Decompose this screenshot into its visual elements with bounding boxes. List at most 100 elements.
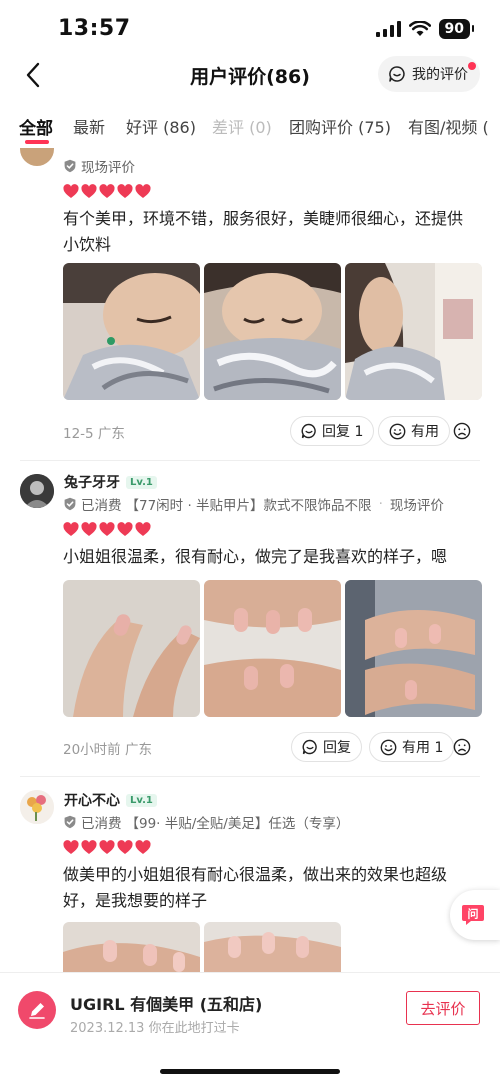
bottom-bar: UGIRL 有個美甲 (五和店) 2023.12.13 你在此地打过卡 去评价 xyxy=(0,972,500,1082)
not-useful-button[interactable] xyxy=(447,732,477,762)
username[interactable]: 兔子牙牙 Lv.1 xyxy=(64,472,157,492)
heart-icon xyxy=(117,840,133,854)
divider xyxy=(20,460,480,461)
home-indicator xyxy=(160,1069,340,1074)
review-photo[interactable] xyxy=(204,580,341,717)
review-feed[interactable]: 现场评价 有个美甲，环境不错，服务很好，美睫师很细心，还提供小饮料 12-5 广… xyxy=(0,148,500,972)
review-photo[interactable] xyxy=(345,263,482,400)
heart-icon xyxy=(135,522,151,536)
write-review-button[interactable]: 去评价 xyxy=(406,991,480,1025)
tab-group-buy[interactable]: 团购评价 (75) xyxy=(289,114,391,138)
comment-icon xyxy=(302,739,317,755)
divider xyxy=(20,776,480,777)
battery-indicator: 90 xyxy=(438,19,475,39)
heart-icon xyxy=(63,840,79,854)
review-meta: 已消费 【77闲时 · 半贴甲片】款式不限饰品不限 · 现场评价 xyxy=(63,494,444,514)
rating-hearts xyxy=(63,840,151,855)
reply-label: 回复 xyxy=(323,740,351,756)
comment-icon xyxy=(301,423,316,439)
smile-icon xyxy=(389,423,406,439)
photo-image xyxy=(63,263,200,400)
review-text: 小姐姐很温柔，很有耐心，做完了是我喜欢的样子，嗯 xyxy=(63,547,448,566)
review-photo[interactable] xyxy=(204,263,341,400)
review-photo[interactable] xyxy=(63,922,200,972)
avatar[interactable] xyxy=(20,790,54,824)
avatar[interactable] xyxy=(20,474,54,508)
pencil-icon xyxy=(29,1003,45,1019)
smile-icon xyxy=(380,739,397,755)
consumed-label: 已消费 xyxy=(81,498,122,514)
ask-label: 问 xyxy=(468,907,479,921)
review-tag: 现场评价 xyxy=(81,160,135,176)
ask-float-button[interactable]: 问 xyxy=(450,890,500,940)
verified-icon xyxy=(64,815,76,829)
useful-label: 有用 1 xyxy=(402,740,444,756)
rating-hearts xyxy=(63,184,151,199)
tab-latest[interactable]: 最新 xyxy=(73,114,105,138)
review-photo[interactable] xyxy=(345,580,482,717)
checkin-info: 2023.12.13 你在此地打过卡 xyxy=(70,1021,240,1036)
back-button[interactable] xyxy=(18,58,48,92)
heart-icon xyxy=(81,184,97,198)
photo-image xyxy=(345,263,482,400)
tab-with-media[interactable]: 有图/视频 ( xyxy=(408,114,489,138)
username-text: 开心不心 xyxy=(64,793,120,809)
active-tab-indicator xyxy=(25,140,49,144)
status-icons: 90 xyxy=(375,19,475,39)
heart-icon xyxy=(135,184,151,198)
consumed-label: 已消费 xyxy=(81,816,122,832)
status-bar: 13:57 90 xyxy=(0,0,500,56)
tab-positive[interactable]: 好评 (86) xyxy=(126,114,196,138)
not-useful-button[interactable] xyxy=(447,416,477,446)
review-date-location: 12-5 广东 xyxy=(63,426,125,442)
my-review-label: 我的评价 xyxy=(412,67,468,83)
photo-image xyxy=(63,580,200,717)
heart-icon xyxy=(81,522,97,536)
deal-name[interactable]: 【77闲时 · 半贴甲片】款式不限饰品不限 xyxy=(126,494,372,514)
notification-dot xyxy=(468,62,476,70)
tab-negative[interactable]: 差评 (0) xyxy=(212,114,272,138)
shop-name: UGIRL 有個美甲 (五和店) xyxy=(70,995,263,1014)
review-tag: 现场评价 xyxy=(389,498,444,514)
level-badge: Lv.1 xyxy=(126,794,157,807)
review-meta: 已消费 【99· 半贴/全贴/美足】任选（专享） xyxy=(63,812,349,832)
nav-bar: 用户评价(86) 我的评价 xyxy=(0,52,500,98)
review-photo[interactable] xyxy=(63,263,200,400)
heart-icon xyxy=(99,184,115,198)
photo-image xyxy=(63,922,200,972)
chat-smile-icon xyxy=(389,66,405,82)
deal-name[interactable]: 【99· 半贴/全贴/美足】任选（专享） xyxy=(126,812,350,832)
avatar[interactable] xyxy=(20,148,54,166)
review-footer: 12-5 广东 回复 1 有用 xyxy=(63,416,483,446)
photo-image xyxy=(204,263,341,400)
tab-all[interactable]: 全部 xyxy=(19,114,53,139)
my-review-button[interactable]: 我的评价 xyxy=(378,56,480,92)
username-text: 兔子牙牙 xyxy=(64,475,120,491)
useful-button[interactable]: 有用 1 xyxy=(369,732,455,762)
ask-icon: 问 xyxy=(462,905,484,925)
verified-icon xyxy=(64,159,76,173)
heart-icon xyxy=(99,840,115,854)
heart-icon xyxy=(99,522,115,536)
useful-button[interactable]: 有用 xyxy=(378,416,450,446)
verified-icon xyxy=(64,497,76,511)
username[interactable]: 开心不心 Lv.1 xyxy=(64,790,157,810)
reply-button[interactable]: 回复 1 xyxy=(290,416,375,446)
heart-icon xyxy=(117,184,133,198)
review-footer: 20小时前 广东 回复 有用 1 xyxy=(63,732,483,762)
avatar-image xyxy=(20,790,54,824)
sad-face-icon xyxy=(453,738,471,756)
photo-image xyxy=(345,580,482,717)
review-text: 做美甲的小姐姐很有耐心很温柔，做出来的效果也超级好，是我想要的样子 xyxy=(63,865,448,910)
review-photo[interactable] xyxy=(63,580,200,717)
rating-hearts xyxy=(63,522,151,537)
photo-image xyxy=(204,922,341,972)
review-photo[interactable] xyxy=(204,922,341,972)
status-time: 13:57 xyxy=(58,16,131,41)
review-meta: 现场评价 xyxy=(63,156,135,176)
sad-face-icon xyxy=(453,422,471,440)
heart-icon xyxy=(63,522,79,536)
wifi-icon xyxy=(408,21,431,36)
reply-button[interactable]: 回复 xyxy=(291,732,362,762)
heart-icon xyxy=(81,840,97,854)
